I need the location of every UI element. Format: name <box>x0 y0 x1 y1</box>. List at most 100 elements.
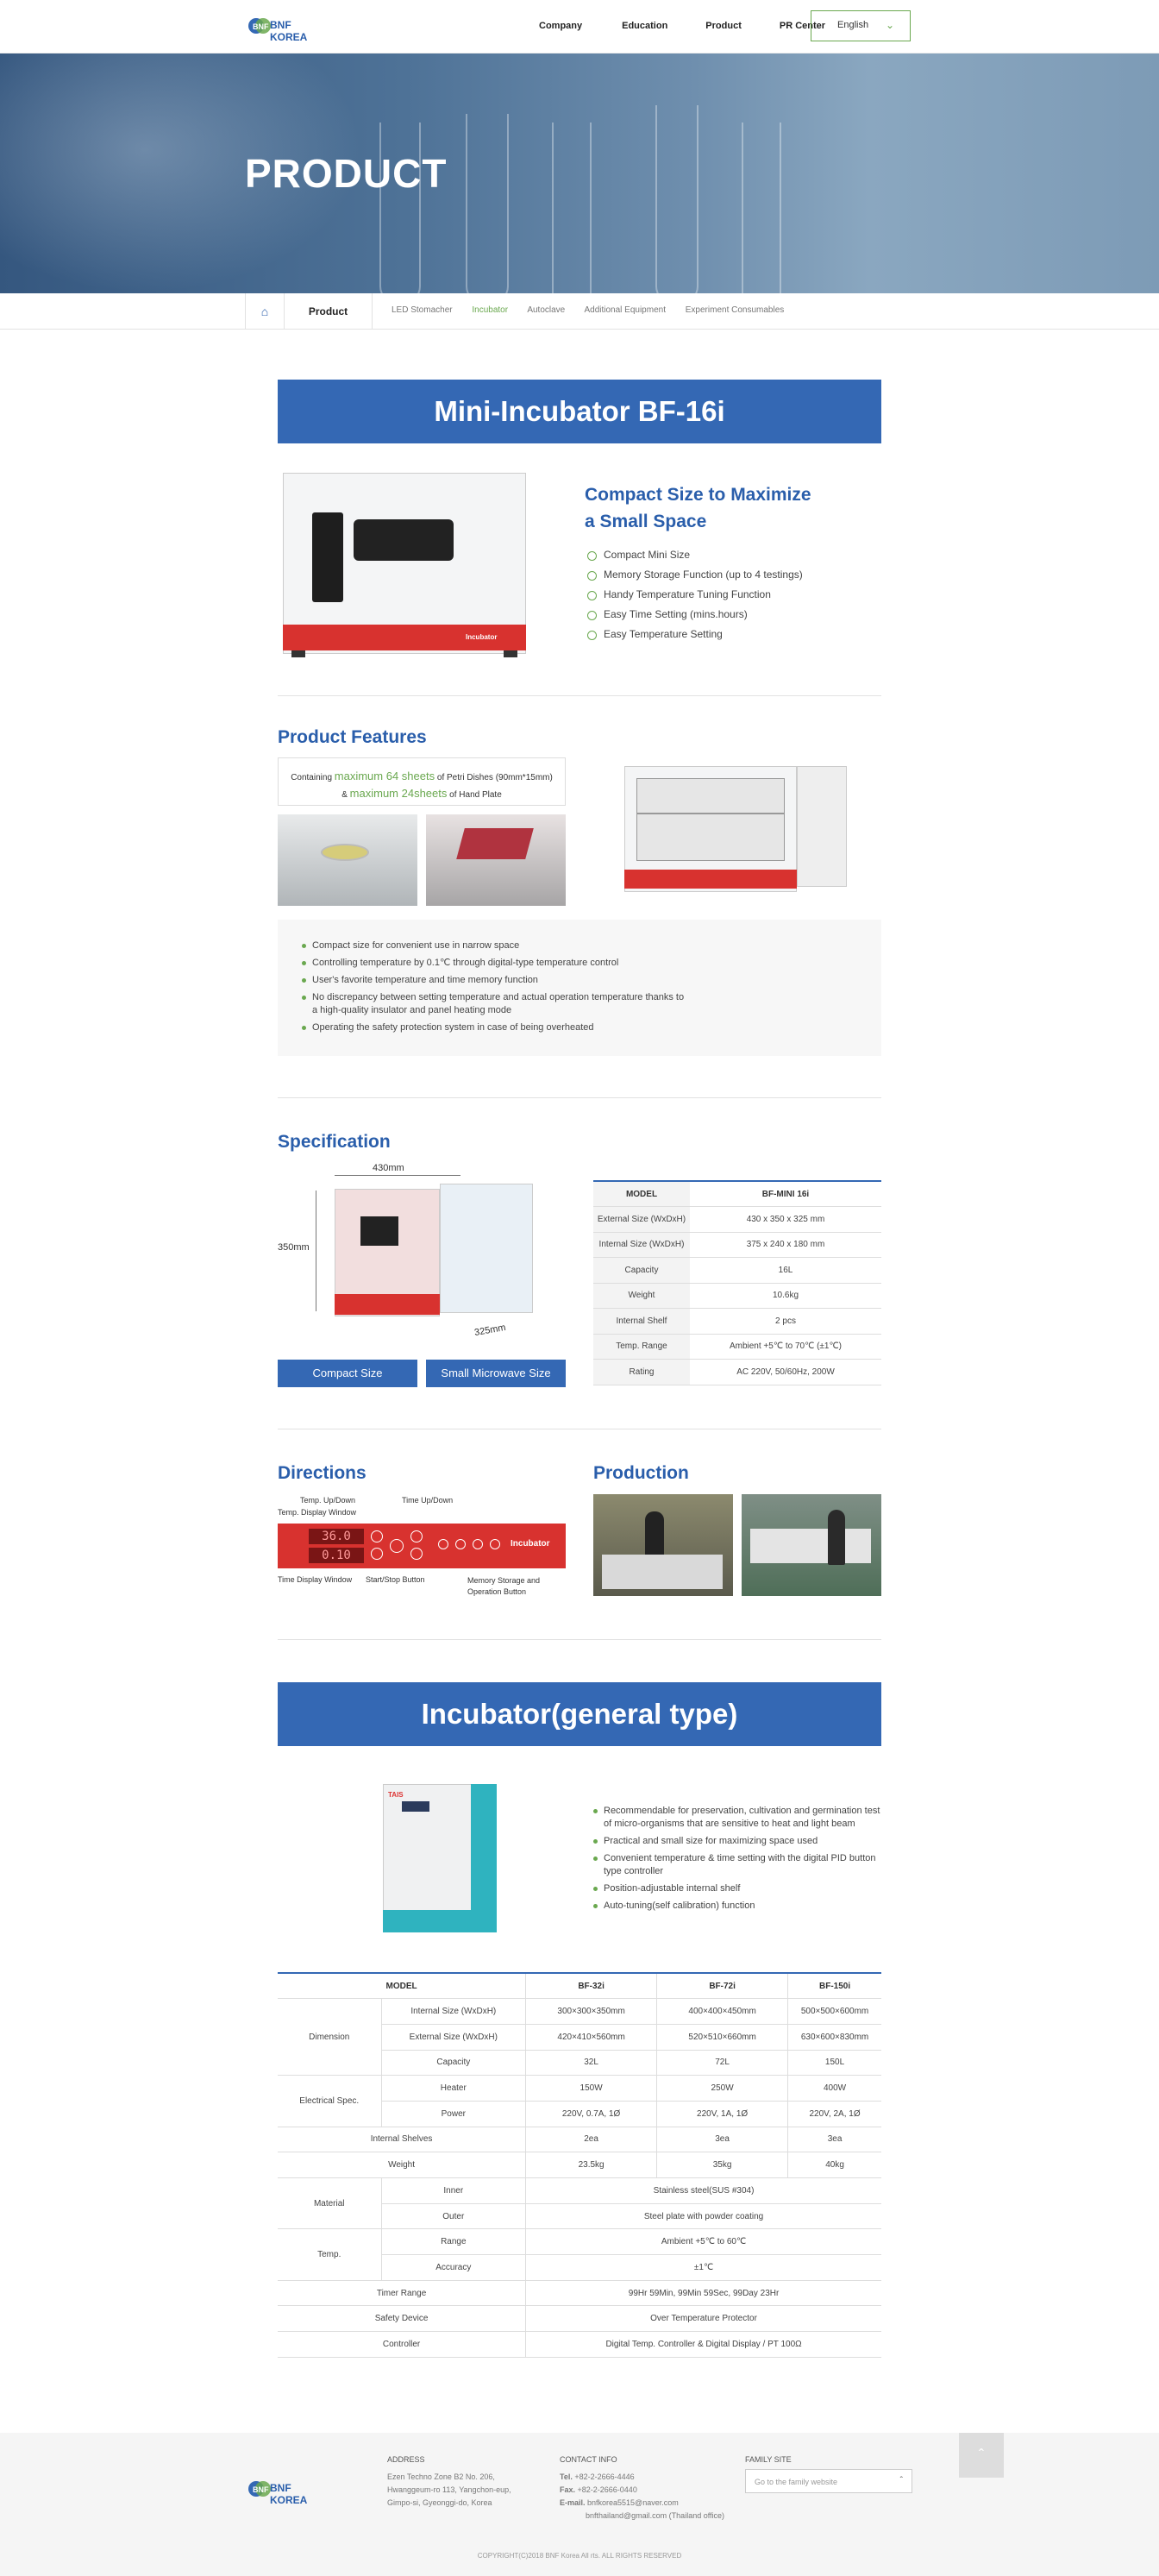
list-item: Practical and small size for maximizing … <box>593 1835 883 1848</box>
panel-brand: Incubator <box>511 1539 550 1549</box>
table-row: Electrical Spec. Heater 150W 250W 400W <box>278 2075 881 2127</box>
mini-headline: Compact Size to Maximize a Small Space <box>585 485 811 531</box>
open-door <box>797 766 847 887</box>
scroll-top-button[interactable]: ˆ <box>959 2433 1004 2478</box>
width-label: 430mm <box>373 1163 404 1173</box>
general-incubator-title: Incubator(general type) <box>278 1682 881 1746</box>
table-header: MODEL BF-MINI 16i <box>593 1180 881 1207</box>
footer-logo: BNF BNF KOREA <box>247 2478 316 2506</box>
family-site-select[interactable]: Go to the family website ˆ <box>745 2469 912 2493</box>
test-tube-image <box>466 114 509 293</box>
table-row: Temp. Range Ambient +5℃ to 70℃ (±1℃) <box>593 1334 881 1360</box>
mini-feature-list: Compact Mini Size Memory Storage Functio… <box>586 545 803 644</box>
list-item: Convenient temperature & time setting wi… <box>593 1852 883 1878</box>
category-links: LED Stomacher Incubator Autoclave Additi… <box>392 305 801 315</box>
mini-incubator-image: Incubator <box>283 473 526 661</box>
test-tube-image <box>742 123 781 293</box>
table-row: Timer Range 99Hr 59Min, 99Min 59Sec, 99Da… <box>278 2280 881 2307</box>
list-item: Easy Time Setting (mins.hours) <box>586 605 803 625</box>
address-title: ADDRESS <box>387 2455 425 2464</box>
temp-display-label: Temp. Display Window <box>278 1508 357 1517</box>
list-item: Easy Temperature Setting <box>586 625 803 644</box>
general-bullets: Recommendable for preservation, cultivat… <box>593 1805 883 1917</box>
directions-title: Directions <box>278 1463 366 1483</box>
list-item: Recommendable for preservation, cultivat… <box>593 1805 883 1831</box>
test-tube-image <box>379 123 421 293</box>
hero-banner: PRODUCT <box>0 53 1159 293</box>
chevron-up-icon: ˆ <box>899 2476 903 2485</box>
list-item: Compact size for convenient use in narro… <box>302 939 690 952</box>
table-row: Temp. Range Ambient +5℃ to 60℃ <box>278 2228 881 2281</box>
nav-product[interactable]: Product <box>705 21 742 31</box>
sub-link-additional-equipment[interactable]: Additional Equipment <box>584 305 666 315</box>
table-header: MODEL BF-32i BF-72i BF-150i <box>278 1972 881 2000</box>
main-nav: Company Education Product PR Center <box>539 21 825 31</box>
list-item: Handy Temperature Tuning Function <box>586 585 803 605</box>
window <box>354 519 454 561</box>
list-item: Position-adjustable internal shelf <box>593 1882 883 1895</box>
time-display: 0.10 <box>309 1548 364 1563</box>
depth-label: 325mm <box>473 1322 507 1339</box>
list-item: No discrepancy between setting temperatu… <box>302 991 690 1017</box>
logo[interactable]: BNF BNF KOREA <box>247 15 316 43</box>
general-incubator-image: TAIS <box>371 1781 509 1938</box>
production-title: Production <box>593 1463 689 1483</box>
language-select[interactable]: English ⌄ <box>811 10 911 41</box>
svg-text:BNF: BNF <box>253 22 269 31</box>
compact-size-button[interactable]: Compact Size <box>278 1360 417 1387</box>
general-spec-table: MODEL BF-32i BF-72i BF-150i Dimension Int… <box>278 1972 881 2358</box>
table-row: Dimension Internal Size (WxDxH) 300×300×35… <box>278 1998 881 2077</box>
table-row: Internal Size (WxDxH) 375 x 240 x 180 mm <box>593 1232 881 1258</box>
list-item: Auto-tuning(self calibration) function <box>593 1900 883 1913</box>
table-row: Weight 23.5kg 35kg 40kg <box>278 2152 881 2178</box>
page-title: PRODUCT <box>245 151 448 196</box>
sub-link-incubator[interactable]: Incubator <box>472 305 508 315</box>
test-tube-image <box>552 123 592 293</box>
feature-bullets: Compact size for convenient use in narro… <box>302 939 690 1039</box>
table-row: Weight 10.6kg <box>593 1283 881 1309</box>
device-label: TAIS <box>388 1791 404 1799</box>
table-row: Rating AC 220V, 50/60Hz, 200W <box>593 1359 881 1385</box>
nav-company[interactable]: Company <box>539 21 582 31</box>
copyright: COPYRIGHT(C)2018 BNF Korea All rts. ALL … <box>477 2552 682 2560</box>
table-row: Controller Digital Temp. Controller & Dig… <box>278 2331 881 2358</box>
list-item: Operating the safety protection system i… <box>302 1021 690 1034</box>
table-row: External Size (WxDxH) 430 x 350 x 325 mm <box>593 1206 881 1233</box>
table-row: Internal Shelves 2ea 3ea 3ea <box>278 2127 881 2153</box>
svg-text:BNF: BNF <box>253 2485 269 2494</box>
temp-down-button <box>371 1548 383 1560</box>
sub-nav: ⌂ Product LED Stomacher Incubator Autocl… <box>0 293 1159 330</box>
production-photo-2 <box>742 1494 881 1596</box>
sub-link-experiment-consumables[interactable]: Experiment Consumables <box>686 305 785 315</box>
open-incubator-image <box>624 766 847 895</box>
page: BNF BNF KOREA Company Education Product … <box>0 0 1159 2576</box>
chevron-down-icon: ⌄ <box>885 19 894 31</box>
address: Ezen Techno Zone B2 No. 206, Hwanggeum-ro… <box>387 2472 511 2507</box>
contact-info: Tel. +82-2-2666-4446 Fax. +82-2-2666-044… <box>560 2472 725 2520</box>
dimension-diagram: 430mm 350mm 325mm <box>278 1159 566 1344</box>
sub-link-autoclave[interactable]: Autoclave <box>527 305 565 315</box>
petri-dish-photo <box>278 814 417 906</box>
nav-education[interactable]: Education <box>622 21 667 31</box>
list-item: User's favorite temperature and time mem… <box>302 974 690 987</box>
table-row: Internal Shelf 2 pcs <box>593 1308 881 1335</box>
spec-table: MODEL BF-MINI 16i External Size (WxDxH) 43… <box>593 1180 881 1385</box>
control-panel-diagram: 36.0 0.10 Incubator <box>278 1524 566 1568</box>
height-label: 350mm <box>278 1242 310 1253</box>
test-tube-image <box>655 105 699 293</box>
mini-incubator-title: Mini-Incubator BF-16i <box>278 380 881 443</box>
home-icon[interactable]: ⌂ <box>245 293 285 330</box>
current-category[interactable]: Product <box>285 293 373 330</box>
family-site-title: FAMILY SITE <box>745 2455 792 2464</box>
list-item: Controlling temperature by 0.1℃ through … <box>302 957 690 970</box>
language-value: English <box>837 20 869 30</box>
hand-plate-photo <box>426 814 566 906</box>
divider <box>278 1639 881 1640</box>
sub-link-led-stomacher[interactable]: LED Stomacher <box>392 305 453 315</box>
time-up-button <box>410 1530 423 1542</box>
small-microwave-size-button[interactable]: Small Microwave Size <box>426 1360 566 1387</box>
table-row: Capacity 16L <box>593 1257 881 1284</box>
logo-text: BNF KOREA <box>270 19 308 43</box>
spec-title: Specification <box>278 1132 391 1152</box>
time-up-down-label: Time Up/Down <box>402 1496 454 1505</box>
